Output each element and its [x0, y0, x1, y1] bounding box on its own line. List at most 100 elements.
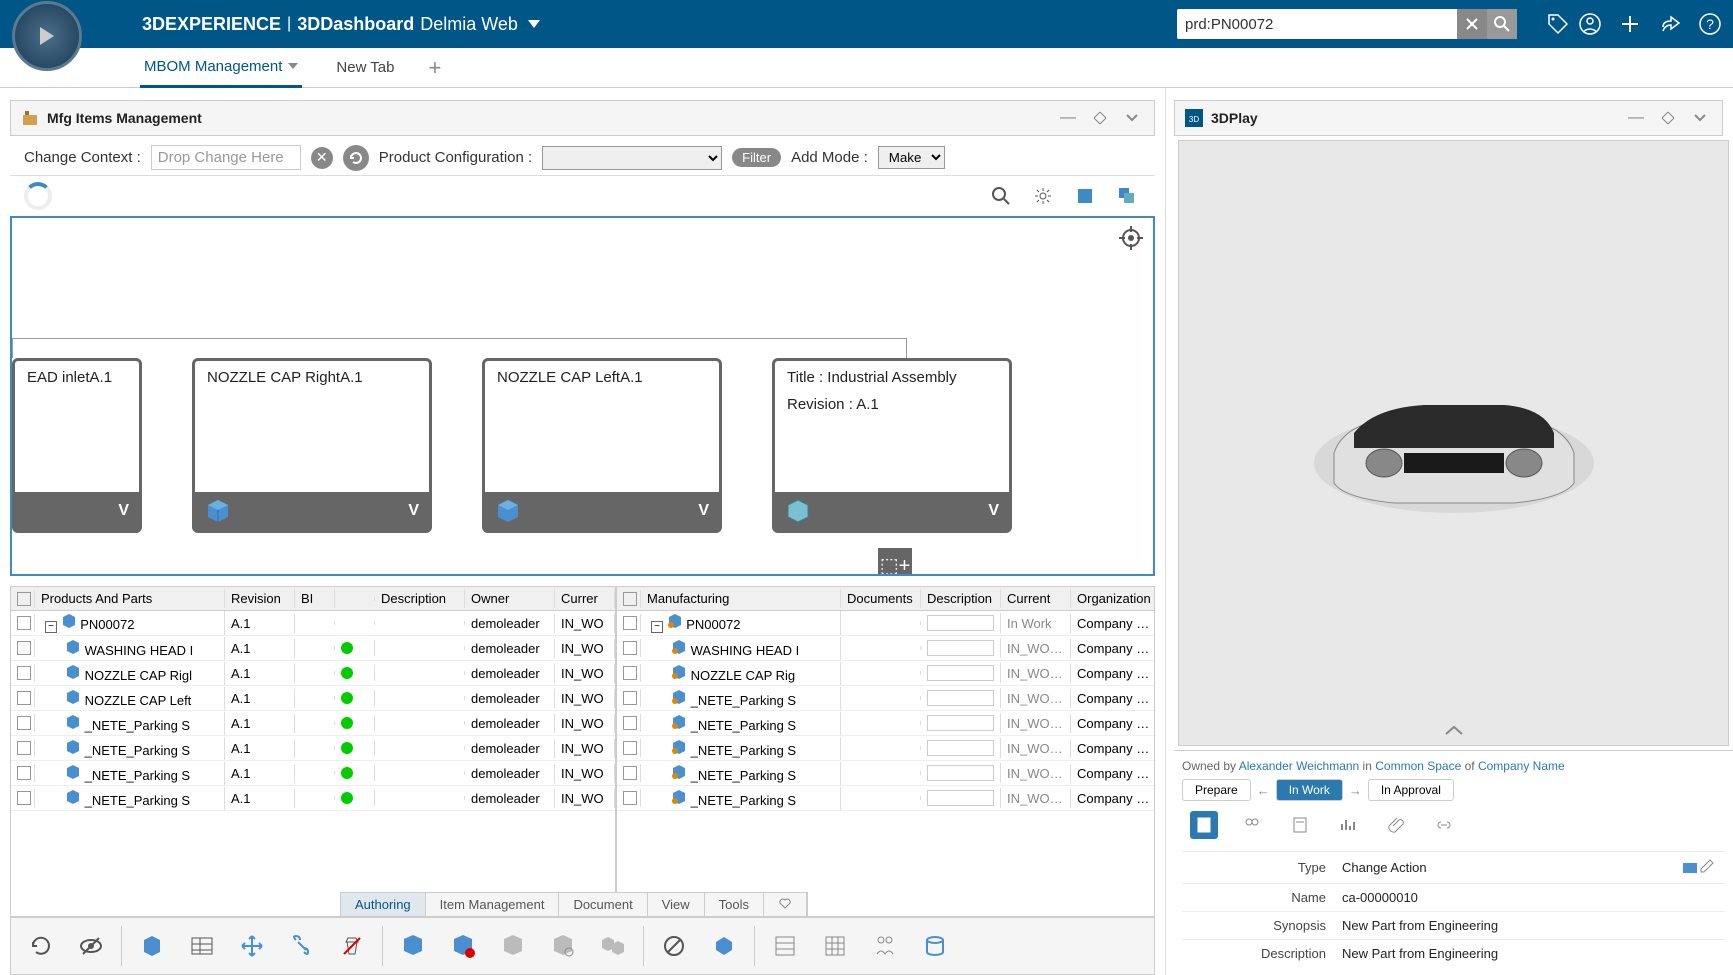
cube-tool-icon[interactable]	[132, 926, 172, 966]
row-checkbox[interactable]	[623, 641, 637, 655]
chevron-down-icon[interactable]	[288, 63, 298, 69]
refresh-button[interactable]	[343, 145, 369, 171]
col-description[interactable]: Description	[921, 589, 1001, 608]
delete-link-icon[interactable]	[332, 926, 372, 966]
col-revision[interactable]: Revision	[225, 589, 295, 608]
table-row[interactable]: _NETE_Parking S IN_WORK Company N...	[617, 786, 1155, 811]
wf-prepare-button[interactable]: Prepare	[1182, 779, 1251, 801]
assembly-card[interactable]: NOZZLE CAP RightA.1 V	[192, 358, 432, 533]
table-row[interactable]: _NETE_Parking S IN_WORK Company N...	[617, 711, 1155, 736]
col-products[interactable]: Products And Parts	[35, 589, 225, 608]
row-checkbox[interactable]	[623, 741, 637, 755]
tab-mbom[interactable]: MBOM Management	[140, 48, 302, 88]
chart-tab[interactable]	[1334, 811, 1362, 839]
owner-link[interactable]: Alexander Weichmann	[1239, 759, 1360, 773]
move-icon[interactable]	[232, 926, 272, 966]
col-manufacturing[interactable]: Manufacturing	[641, 589, 841, 608]
col-state[interactable]: Currer	[555, 589, 615, 608]
layers-icon[interactable]	[1113, 182, 1141, 210]
help-icon[interactable]: ?	[1699, 13, 1721, 35]
favorite-tab[interactable]	[764, 893, 807, 916]
col-status[interactable]	[335, 597, 375, 601]
maximize-button[interactable]	[1088, 106, 1112, 130]
tag-icon[interactable]	[1547, 13, 1569, 35]
link-tab[interactable]	[1430, 811, 1458, 839]
row-checkbox[interactable]	[17, 766, 31, 780]
add-card-button[interactable]: ⬚+	[878, 548, 912, 576]
product-config-select[interactable]	[542, 146, 722, 170]
minimize-button[interactable]: —	[1056, 106, 1080, 130]
assembly-card[interactable]: Title : Industrial Assembly Revision : A…	[772, 358, 1012, 533]
gear-icon[interactable]	[1029, 182, 1057, 210]
row-checkbox[interactable]	[623, 666, 637, 680]
tab-new[interactable]: New Tab	[332, 49, 398, 86]
wf-inwork-button[interactable]: In Work	[1276, 779, 1343, 801]
table-row[interactable]: _NETE_Parking S IN_WORK Company N...	[617, 736, 1155, 761]
col-owner[interactable]: Owner	[465, 589, 555, 608]
db-tool-icon[interactable]	[915, 926, 955, 966]
add-mode-select[interactable]: Make	[878, 146, 945, 169]
dropdown-button[interactable]	[1120, 106, 1144, 130]
row-checkbox[interactable]	[623, 716, 637, 730]
diagram-area[interactable]: EAD inletA.1 V NOZZLE CAP RightA.1 V NOZ…	[10, 216, 1155, 576]
company-link[interactable]: Company Name	[1478, 759, 1565, 773]
org-tool-icon[interactable]	[865, 926, 905, 966]
list-view-icon[interactable]	[765, 926, 805, 966]
bottom-tab[interactable]: Tools	[705, 893, 764, 916]
row-checkbox[interactable]	[17, 691, 31, 705]
table-row[interactable]: WASHING HEAD I A.1 demoleader IN_WO	[11, 636, 615, 661]
table-row[interactable]: − PN00072 A.1 demoleader IN_WO	[11, 611, 615, 636]
bottom-tab[interactable]: Authoring	[341, 893, 426, 916]
col-bi[interactable]: BI	[295, 589, 335, 608]
row-checkbox[interactable]	[17, 641, 31, 655]
add-tab-button[interactable]: +	[428, 55, 441, 81]
plus-icon[interactable]	[1619, 13, 1641, 35]
filter-button[interactable]: Filter	[732, 148, 781, 167]
table-row[interactable]: NOZZLE CAP Left A.1 demoleader IN_WO	[11, 686, 615, 711]
table-tool-icon[interactable]	[182, 926, 222, 966]
table-row[interactable]: NOZZLE CAP Rig IN_WORK Company N...	[617, 661, 1155, 686]
select-all-checkbox[interactable]	[623, 592, 637, 606]
calc-tab[interactable]	[1286, 811, 1314, 839]
search-icon[interactable]	[987, 182, 1015, 210]
share-icon[interactable]	[1659, 13, 1681, 35]
blank-tool-icon[interactable]	[654, 926, 694, 966]
people-tab[interactable]	[1238, 811, 1266, 839]
table-row[interactable]: _NETE_Parking S A.1 demoleader IN_WO	[11, 786, 615, 811]
space-link[interactable]: Common Space	[1375, 759, 1461, 773]
bottom-tab[interactable]: View	[648, 893, 705, 916]
hex-tool-icon[interactable]	[704, 926, 744, 966]
clear-change-button[interactable]: ✕	[311, 147, 333, 169]
attach-tab[interactable]	[1382, 811, 1410, 839]
row-checkbox[interactable]	[17, 616, 31, 630]
target-icon[interactable]	[1119, 226, 1143, 250]
row-checkbox[interactable]	[623, 766, 637, 780]
col-documents[interactable]: Documents	[841, 589, 921, 608]
view-icon[interactable]	[1071, 182, 1099, 210]
row-checkbox[interactable]	[623, 791, 637, 805]
row-checkbox[interactable]	[17, 741, 31, 755]
bottom-tab[interactable]: Document	[559, 893, 647, 916]
grid-view-icon[interactable]	[815, 926, 855, 966]
col-current[interactable]: Current	[1001, 589, 1071, 608]
table-row[interactable]: _NETE_Parking S A.1 demoleader IN_WO	[11, 736, 615, 761]
table-row[interactable]: − PN00072 In Work Company N...	[617, 611, 1155, 636]
col-organization[interactable]: Organization	[1071, 589, 1155, 608]
chevron-down-icon[interactable]	[528, 20, 540, 28]
clear-search-button[interactable]	[1457, 9, 1487, 39]
assembly-card[interactable]: NOZZLE CAP LeftA.1 V	[482, 358, 722, 533]
table-row[interactable]: NOZZLE CAP Rigl A.1 demoleader IN_WO	[11, 661, 615, 686]
table-row[interactable]: WASHING HEAD I IN_WORK Company N...	[617, 636, 1155, 661]
table-row[interactable]: _NETE_Parking S A.1 demoleader IN_WO	[11, 761, 615, 786]
edit-icon[interactable]	[1699, 858, 1715, 877]
row-checkbox[interactable]	[17, 791, 31, 805]
user-icon[interactable]	[1579, 13, 1601, 35]
wf-approval-button[interactable]: In Approval	[1368, 779, 1454, 801]
compass-icon[interactable]	[12, 1, 82, 71]
search-input[interactable]	[1177, 12, 1457, 37]
3d-viewport[interactable]	[1178, 140, 1729, 746]
app-title[interactable]: 3DEXPERIENCE | 3DDashboard Delmia Web	[142, 14, 540, 35]
visibility-icon[interactable]	[71, 926, 111, 966]
col-description[interactable]: Description	[375, 589, 465, 608]
dropdown-button[interactable]	[1688, 106, 1712, 130]
